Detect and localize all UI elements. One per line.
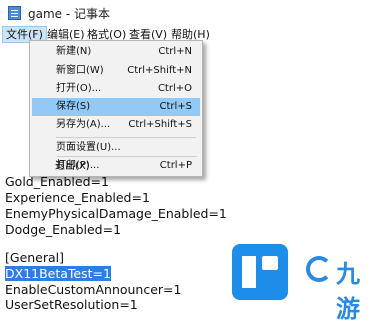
- menu-item-shortcut: Ctrl+Shift+N: [127, 65, 192, 76]
- window-title: game - 记事本: [28, 7, 111, 21]
- menu-item-new-window[interactable]: 新窗口(W) Ctrl+Shift+N: [32, 62, 200, 80]
- watermark-logo-icon: [232, 244, 288, 300]
- menu-item-save[interactable]: 保存(S) Ctrl+S: [32, 98, 200, 116]
- text-line: EnemyPhysicalDamage_Enabled=1: [5, 206, 227, 221]
- watermark-text: 九游: [336, 260, 360, 323]
- menu-item-label: 打开(O)...: [56, 83, 102, 94]
- menu-item-exit[interactable]: 退出(X): [31, 158, 199, 176]
- selected-text: DX11BetaTest=1: [5, 266, 111, 281]
- menu-item-label: 页面设置(U)...: [56, 142, 121, 153]
- menu-item-label: 另存为(A)...: [56, 119, 111, 130]
- watermark: 九游: [232, 244, 372, 323]
- menu-item-shortcut: Ctrl+S: [159, 101, 192, 112]
- text-line: Dodge_Enabled=1: [5, 222, 122, 237]
- notepad-icon: [8, 6, 21, 20]
- jiuyou-logo-icon: [306, 256, 332, 282]
- menu-item-shortcut: Ctrl+O: [157, 83, 192, 94]
- text-line: Experience_Enabled=1: [5, 190, 150, 205]
- menu-item-label: 保存(S): [56, 101, 91, 112]
- text-line: UserSetResolution=1: [5, 297, 138, 312]
- menu-item-shortcut: Ctrl+N: [158, 46, 192, 57]
- menu-separator: [57, 156, 197, 157]
- menu-item-label: 退出(X): [55, 161, 90, 172]
- menu-item-new[interactable]: 新建(N) Ctrl+N: [32, 43, 200, 61]
- menu-separator: [56, 137, 196, 138]
- title-bar: game - 记事本: [0, 0, 376, 26]
- menu-item-page-setup[interactable]: 页面设置(U)...: [32, 139, 200, 157]
- menu-item-open[interactable]: 打开(O)... Ctrl+O: [32, 80, 200, 98]
- text-line: EnableCustomAnnouncer=1: [5, 282, 182, 297]
- menu-item-shortcut: Ctrl+Shift+S: [128, 119, 192, 130]
- menu-item-save-as[interactable]: 另存为(A)... Ctrl+Shift+S: [32, 116, 200, 134]
- text-line: [General]: [5, 250, 65, 265]
- menu-item-label: 新建(N): [56, 46, 92, 57]
- selected-line-wrapper: DX11BetaTest=1: [5, 266, 111, 281]
- menu-item-label: 新窗口(W): [56, 65, 104, 76]
